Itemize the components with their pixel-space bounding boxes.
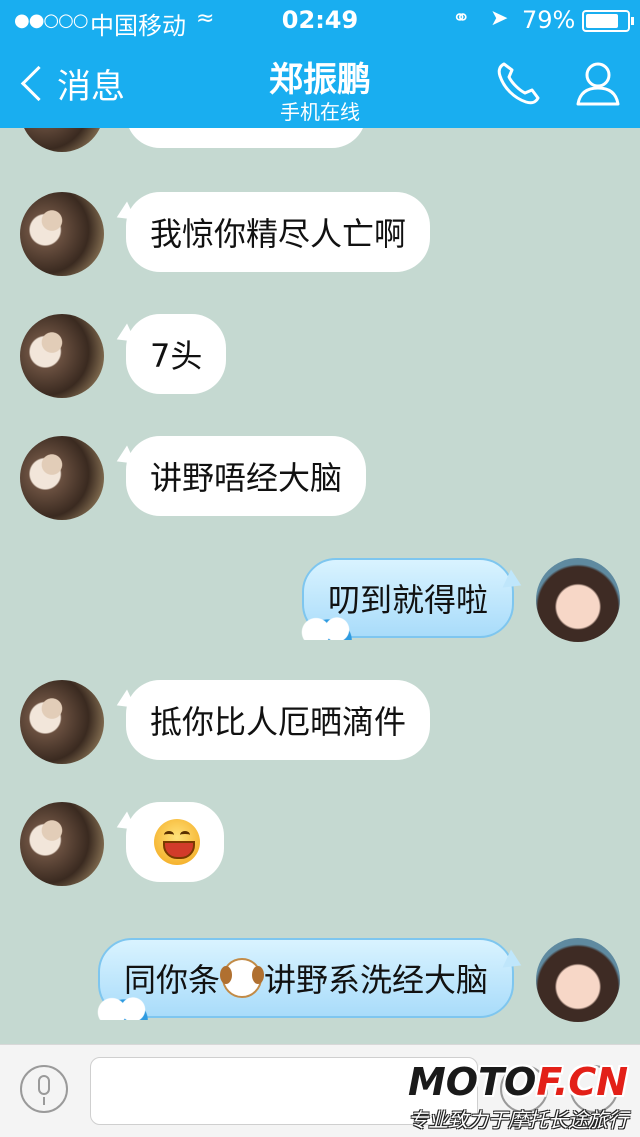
contact-avatar[interactable] [20, 802, 104, 886]
message-bubble[interactable]: 抵你比人厄晒滴件 [126, 680, 431, 760]
chat-area[interactable]: 我惊你精尽人亡啊 7头 讲野唔经大脑 叨到就得啦 抵你比人厄晒滴件 同你条 讲野… [0, 128, 640, 1044]
phone-call-button[interactable] [492, 58, 544, 110]
message-row [0, 128, 640, 152]
online-status: 手机在线 [280, 100, 360, 124]
contact-name: 郑振鹏 [269, 60, 371, 100]
grin-emoji-icon [154, 819, 200, 865]
dog-emoji-icon [219, 958, 264, 998]
contact-avatar[interactable] [20, 680, 104, 764]
phone-icon [497, 62, 540, 105]
microphone-icon[interactable] [20, 1065, 68, 1113]
message-row: 我惊你精尽人亡啊 [0, 192, 640, 276]
message-row: 抵你比人厄晒滴件 [0, 680, 640, 764]
rotation-lock-icon: ⚭ [452, 6, 471, 31]
message-bubble[interactable]: 讲野唔经大脑 [126, 436, 367, 516]
more-button[interactable] [570, 1065, 618, 1113]
message-bubble[interactable]: 叨到就得啦 [297, 558, 514, 640]
wave-decoration-icon [297, 614, 358, 640]
message-row [0, 802, 640, 886]
battery-icon [582, 10, 634, 32]
battery-percent: 79% [522, 6, 576, 34]
message-bubble[interactable]: 7头 [126, 314, 227, 394]
user-icon [576, 62, 620, 106]
wave-decoration-icon [93, 994, 154, 1020]
message-row: 7头 [0, 314, 640, 398]
contact-avatar[interactable] [20, 436, 104, 520]
contact-avatar[interactable] [20, 314, 104, 398]
my-avatar[interactable] [536, 558, 620, 642]
message-row: 同你条 讲野系洗经大脑 [0, 938, 640, 1022]
message-row: 讲野唔经大脑 [0, 436, 640, 520]
nav-header: ●●○○○ 中国移动 ≈ 02:49 ⚭ ➤ 79% 消息 郑振鹏 手机在线 [0, 0, 640, 128]
contact-avatar[interactable] [20, 192, 104, 276]
contact-profile-button[interactable] [572, 58, 624, 110]
message-input[interactable] [90, 1057, 478, 1125]
input-bar [0, 1044, 640, 1137]
my-avatar[interactable] [536, 938, 620, 1022]
location-icon: ➤ [490, 6, 509, 31]
message-row: 叨到就得啦 [0, 558, 640, 642]
message-bubble[interactable] [126, 802, 224, 882]
contact-avatar[interactable] [20, 128, 104, 152]
emoji-button[interactable] [500, 1065, 548, 1113]
message-bubble[interactable]: 我惊你精尽人亡啊 [126, 192, 431, 272]
status-bar: ●●○○○ 中国移动 ≈ 02:49 ⚭ ➤ 79% [0, 0, 640, 40]
message-text-part: 讲野系洗经大脑 [263, 961, 488, 999]
message-bubble[interactable]: 同你条 讲野系洗经大脑 [93, 938, 514, 1020]
message-bubble[interactable] [126, 128, 366, 148]
